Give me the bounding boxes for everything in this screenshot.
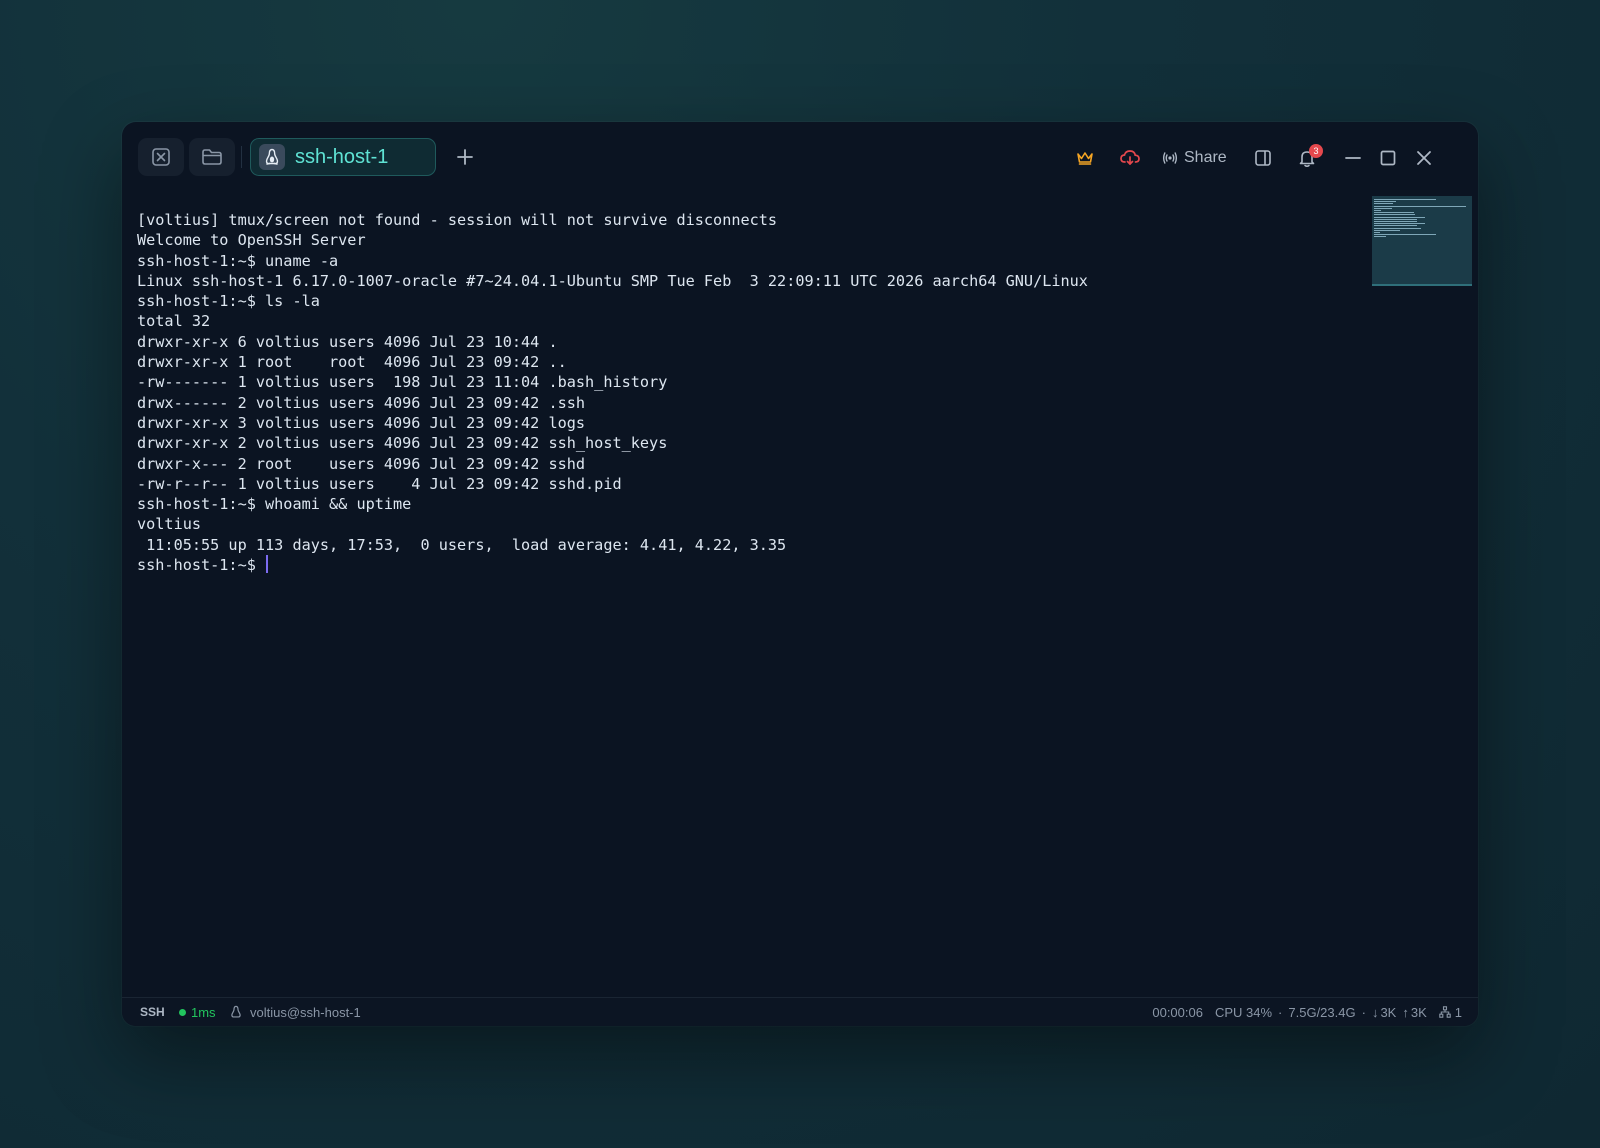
share-button[interactable]: Share bbox=[1162, 144, 1228, 172]
terminal-minimap[interactable] bbox=[1372, 196, 1472, 286]
notifications-button[interactable]: 3 bbox=[1294, 144, 1323, 172]
minimap-line bbox=[1374, 207, 1392, 209]
maximize-icon bbox=[1380, 150, 1396, 166]
minimap-line bbox=[1374, 205, 1466, 207]
terminal-line: ssh-host-1:~$ whoami && uptime bbox=[137, 495, 412, 514]
maximize-button[interactable] bbox=[1375, 144, 1401, 172]
terminal-line: drwxr-x--- 2 root users 4096 Jul 23 09:4… bbox=[137, 454, 586, 473]
broadcast-icon bbox=[1162, 152, 1178, 164]
split-pane-button[interactable] bbox=[1250, 144, 1276, 172]
close-icon bbox=[1417, 151, 1431, 165]
terminal-output[interactable]: [voltius] tmux/screen not found - sessio… bbox=[137, 210, 1317, 970]
terminal-line: -rw-r--r-- 1 voltius users 4 Jul 23 09:4… bbox=[137, 474, 622, 493]
minimap-line bbox=[1374, 223, 1426, 225]
close-session-button[interactable] bbox=[138, 138, 184, 176]
minimap-line bbox=[1374, 216, 1426, 218]
terminal-line: drwxr-xr-x 3 voltius users 4096 Jul 23 0… bbox=[137, 413, 586, 432]
cloud-alert-icon bbox=[1120, 150, 1140, 165]
separator: · bbox=[1361, 1004, 1366, 1020]
folder-icon bbox=[202, 149, 222, 165]
separator: · bbox=[1278, 1004, 1283, 1020]
network-tree-icon bbox=[1439, 1006, 1451, 1018]
cpu-usage: CPU 34% bbox=[1214, 1004, 1273, 1020]
terminal-line: voltius bbox=[137, 515, 202, 534]
title-bar: ssh-host-1 Share 3 bbox=[122, 122, 1478, 192]
connection-count: 1 bbox=[1454, 1004, 1462, 1020]
terminal-line: ssh-host-1:~$ uname -a bbox=[137, 251, 339, 270]
close-window-button[interactable] bbox=[1411, 144, 1437, 172]
minimap-line bbox=[1374, 214, 1416, 216]
minimap-line bbox=[1374, 225, 1418, 227]
minimap-line bbox=[1374, 232, 1381, 233]
linux-icon bbox=[259, 144, 285, 170]
terminal-line: total 32 bbox=[137, 312, 211, 331]
prompt-text: ssh-host-1:~$ bbox=[137, 556, 266, 575]
user-host: voltius@ssh-host-1 bbox=[230, 998, 361, 1026]
minimize-icon bbox=[1345, 157, 1361, 159]
terminal-line: drwx------ 2 voltius users 4096 Jul 23 0… bbox=[137, 393, 586, 412]
terminal-line: Linux ssh-host-1 6.17.0-1007-oracle #7~2… bbox=[137, 271, 1088, 290]
terminal-line: drwxr-xr-x 2 voltius users 4096 Jul 23 0… bbox=[137, 434, 668, 453]
minimap-line bbox=[1374, 210, 1382, 211]
user-host-label: voltius@ssh-host-1 bbox=[250, 1004, 361, 1020]
close-square-icon bbox=[152, 148, 170, 166]
minimap-line bbox=[1374, 199, 1436, 200]
minimap-line bbox=[1374, 212, 1415, 214]
arrow-up-icon: ↑ bbox=[1402, 1004, 1409, 1020]
new-tab-button[interactable] bbox=[450, 142, 480, 172]
terminal-window: ssh-host-1 Share 3 [voltius] tmux/screen… bbox=[122, 122, 1478, 1026]
latency-value: 1ms bbox=[191, 1004, 216, 1020]
latency-indicator: 1ms bbox=[179, 998, 216, 1026]
protocol-label: SSH bbox=[140, 1005, 165, 1019]
minimap-line bbox=[1374, 236, 1387, 238]
linux-icon bbox=[231, 1005, 241, 1018]
minimap-line bbox=[1374, 203, 1394, 205]
memory-usage: 7.5G/23.4G bbox=[1288, 1004, 1356, 1020]
minimap-line bbox=[1374, 221, 1418, 222]
terminal-line: 11:05:55 up 113 days, 17:53, 0 users, lo… bbox=[137, 535, 787, 554]
minimap-line bbox=[1374, 234, 1437, 236]
prompt-line[interactable]: ssh-host-1:~$ bbox=[137, 555, 1317, 575]
tab-ssh-host-1[interactable]: ssh-host-1 bbox=[250, 138, 436, 176]
premium-button[interactable] bbox=[1072, 144, 1098, 172]
minimap-line bbox=[1374, 218, 1418, 220]
net-up: 3K bbox=[1410, 1004, 1427, 1020]
terminal-line: Welcome to OpenSSH Server bbox=[137, 231, 366, 250]
share-label: Share bbox=[1184, 149, 1227, 166]
arrow-down-icon: ↓ bbox=[1371, 1004, 1379, 1020]
status-metrics: 00:00:06 CPU 34% · 7.5G/23.4G · ↓ 3K ↑ 3… bbox=[1152, 998, 1462, 1026]
terminal-line: drwxr-xr-x 6 voltius users 4096 Jul 23 1… bbox=[137, 332, 558, 351]
net-down: 3K bbox=[1380, 1004, 1397, 1020]
status-dot bbox=[179, 1008, 186, 1016]
terminal-line: drwxr-xr-x 1 root root 4096 Jul 23 09:42… bbox=[137, 353, 567, 372]
toolbar-divider bbox=[241, 146, 242, 168]
minimap-line bbox=[1374, 227, 1421, 229]
cloud-sync-button[interactable] bbox=[1116, 144, 1144, 172]
text-cursor bbox=[266, 555, 269, 574]
status-bar: SSH 1ms voltius@ssh-host-1 00:00:06 CPU … bbox=[122, 997, 1478, 1026]
minimap-line bbox=[1374, 201, 1396, 203]
session-timer: 00:00:06 bbox=[1152, 1004, 1203, 1020]
terminal-line: ssh-host-1:~$ ls -la bbox=[137, 292, 320, 311]
terminal-line: [voltius] tmux/screen not found - sessio… bbox=[137, 211, 778, 229]
tab-label: ssh-host-1 bbox=[295, 145, 389, 168]
notification-badge: 3 bbox=[1309, 144, 1323, 158]
terminal-line: -rw------- 1 voltius users 198 Jul 23 11… bbox=[137, 373, 668, 392]
file-browser-button[interactable] bbox=[189, 138, 235, 176]
minimize-button[interactable] bbox=[1340, 144, 1366, 172]
terminal-lines: [voltius] tmux/screen not found - sessio… bbox=[137, 210, 1317, 555]
plus-icon bbox=[457, 149, 473, 165]
sidebar-icon bbox=[1255, 150, 1271, 166]
minimap-line bbox=[1374, 229, 1401, 231]
crown-icon bbox=[1077, 152, 1093, 165]
